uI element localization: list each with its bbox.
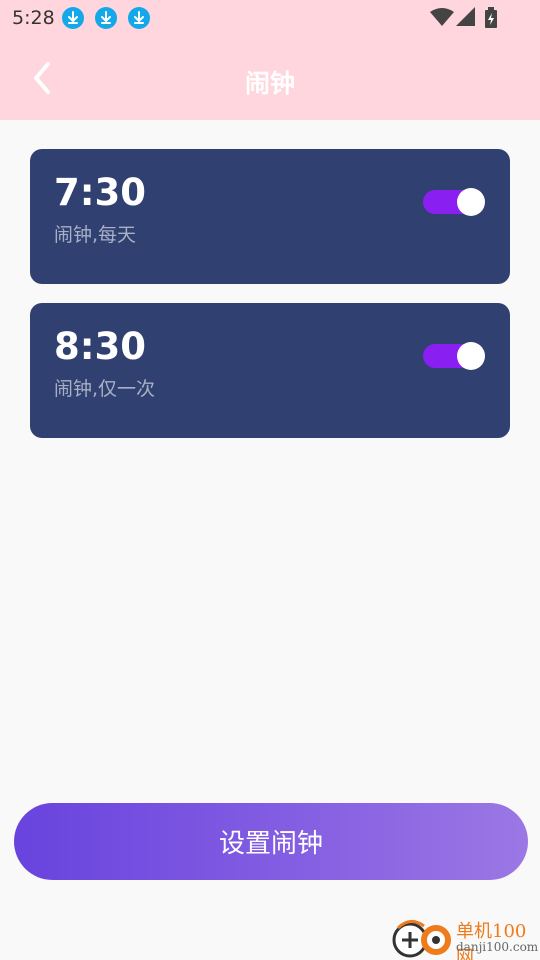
watermark-url: danji100.com: [456, 940, 539, 954]
status-bar: 5:28: [0, 0, 540, 36]
alarm-time: 7:30: [54, 171, 147, 214]
top-area: 5:28 闹钟: [0, 0, 540, 120]
alarm-time: 8:30: [54, 325, 147, 368]
battery-icon: [484, 7, 498, 33]
app-header: 闹钟: [0, 36, 540, 120]
status-time: 5:28: [12, 7, 55, 29]
set-alarm-button[interactable]: 设置闹钟: [14, 803, 528, 880]
watermark-logo-icon: [392, 920, 451, 958]
alarm-subtitle: 闹钟,仅一次: [54, 378, 156, 400]
page-title: 闹钟: [244, 69, 295, 98]
screen: 5:28 闹钟 7:30 闹钟,每天 8:30 闹钟,仅一次 设置闹钟 单机10…: [0, 0, 540, 960]
alarm-toggle[interactable]: [423, 342, 485, 370]
download-icon: [62, 7, 84, 29]
toggle-knob: [457, 188, 485, 216]
signal-icon: [456, 7, 476, 31]
alarm-card[interactable]: 7:30 闹钟,每天: [30, 149, 510, 284]
download-icon: [128, 7, 150, 29]
wifi-icon: [430, 7, 454, 31]
download-icon: [95, 7, 117, 29]
alarm-subtitle: 闹钟,每天: [54, 224, 137, 246]
alarm-card[interactable]: 8:30 闹钟,仅一次: [30, 303, 510, 438]
alarm-toggle[interactable]: [423, 188, 485, 216]
watermark: 单机100网 danji100.com: [390, 915, 540, 960]
toggle-knob: [457, 342, 485, 370]
